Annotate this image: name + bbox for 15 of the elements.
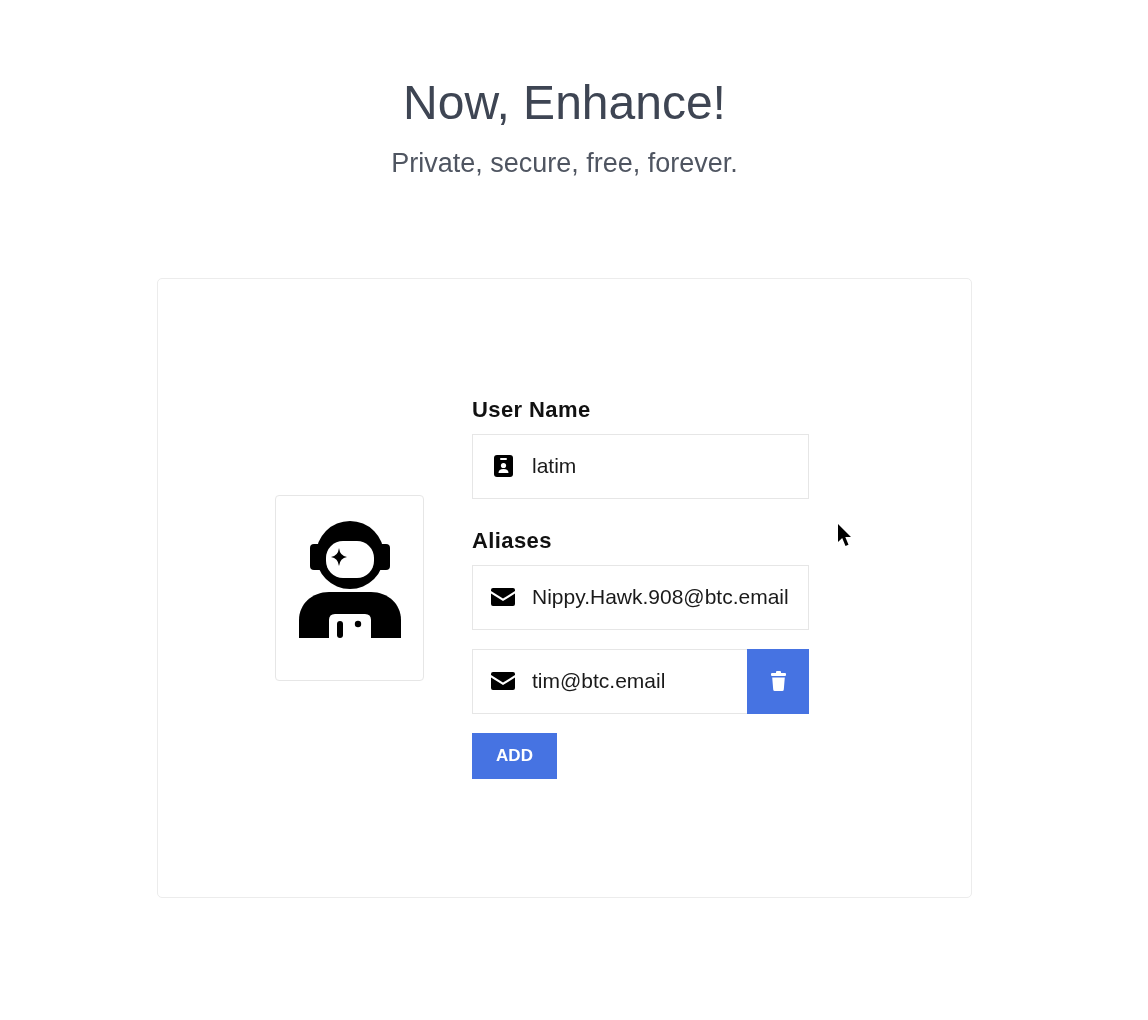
field-label: Aliases bbox=[472, 528, 553, 553]
username-field[interactable]: latim bbox=[472, 433, 809, 499]
id-badge-icon bbox=[494, 454, 513, 477]
envelope-icon bbox=[491, 587, 515, 606]
page-subtitle: Private, secure, free, forever. bbox=[391, 147, 738, 180]
mouse-pointer-icon bbox=[838, 524, 852, 547]
envelope-icon bbox=[491, 671, 515, 690]
email-field[interactable]: Nippy.Hawk.908@btc.email bbox=[472, 564, 809, 630]
astronaut-icon bbox=[298, 519, 401, 638]
page-title: Now, Enhance! bbox=[403, 75, 726, 131]
add-button[interactable]: ADD bbox=[472, 732, 557, 779]
delete-button[interactable] bbox=[747, 648, 809, 714]
email-field[interactable]: tim@btc.email bbox=[472, 648, 747, 714]
field-label: User Name bbox=[472, 397, 592, 422]
trash-icon bbox=[770, 671, 786, 691]
